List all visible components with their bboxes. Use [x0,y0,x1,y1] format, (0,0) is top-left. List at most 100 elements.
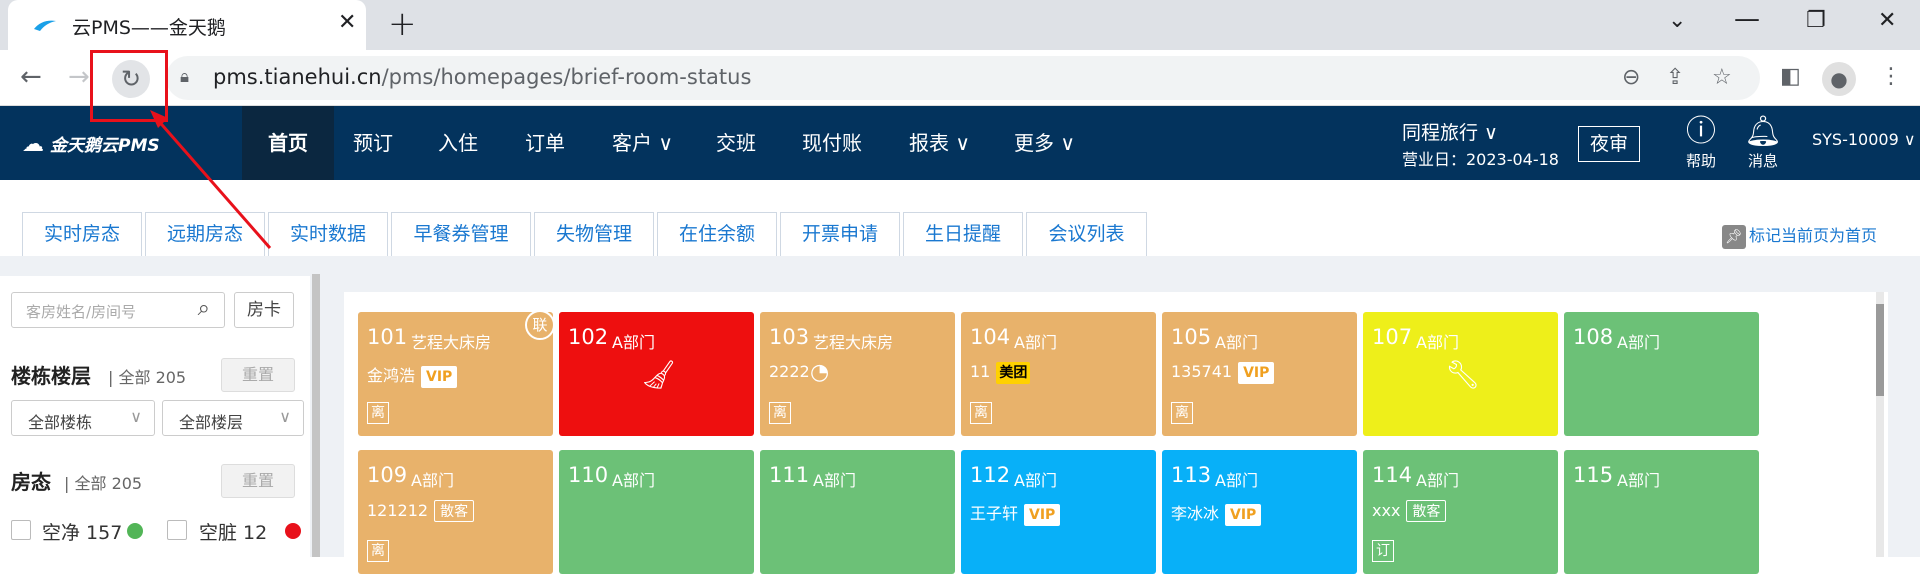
room-card-113[interactable]: 113 A部门 李冰冰 VIP [1162,450,1357,574]
tab-search-chevron-icon[interactable]: ⌄ [1668,8,1686,33]
profile-avatar-icon[interactable]: ● [1822,62,1856,96]
address-bar[interactable]: 🔒︎ pms.tianehui.cn/pms/homepages/brief-r… [166,56,1760,100]
room-card-108[interactable]: 108 A部门 [1564,312,1759,436]
guest-name: 2222 [769,362,810,381]
share-icon[interactable]: ⇪ [1666,65,1684,90]
room-number: 115 [1573,463,1614,487]
restore-icon[interactable]: ❐ [1806,8,1826,33]
room-type: A部门 [1416,471,1459,490]
new-tab-icon[interactable]: + [388,4,417,44]
forward-icon[interactable]: → [68,62,90,92]
nav-reports[interactable]: 报表 ∨ [909,106,970,180]
guest-name: 金鸿浩 [367,366,416,385]
room-card-115[interactable]: 115 A部门 [1564,450,1759,574]
help-button[interactable]: ⓘ 帮助 [1686,114,1716,171]
pin-icon: 📌︎ [1722,225,1746,249]
bookmark-star-icon[interactable]: ☆ [1712,65,1732,90]
room-card-101[interactable]: 101 艺程大床房 金鸿浩 VIP 离 联 [358,312,553,436]
nav-customers[interactable]: 客户 ∨ [612,106,673,180]
set-homepage-label: 标记当前页为首页 [1749,226,1878,245]
room-card-107[interactable]: 107 A部门 🔧︎ [1363,312,1558,436]
room-card-105[interactable]: 105 A部门 135741 VIP 离 [1162,312,1357,436]
building-select[interactable]: 全部楼栋 ∨ [11,400,155,436]
sub-tabs: 实时房态 远期房态 实时数据 早餐券管理 失物管理 在住余额 开票申请 生日提醒… [0,180,1920,256]
room-card-104[interactable]: 104 A部门 11 美团离 [961,312,1156,436]
guest-name-row: 金鸿浩 VIP [367,362,458,388]
nav-cash-account[interactable]: 现付账 [802,106,862,180]
room-type: A部门 [612,471,655,490]
room-type: A部门 [1617,471,1660,490]
search-icon[interactable]: ⌕ [198,296,210,321]
room-number: 107 [1372,325,1413,349]
status-mark: 离 [367,402,389,424]
vacant-dirty-dot [285,523,301,539]
hotel-selector[interactable]: 同程旅行 ∨ [1402,118,1498,145]
tab-in-house-balance[interactable]: 在住余额 [657,212,777,256]
room-type: A部门 [1215,471,1258,490]
messages-label: 消息 [1748,152,1779,170]
building-reset-button[interactable]: 重置 [221,358,295,392]
browser-tab-strip: 云PMS——金天鹅 ✕ + ⌄ — ❐ ✕ [0,0,1920,50]
room-grid-scrollbar[interactable] [1876,292,1884,557]
nav-checkin[interactable]: 入住 [438,106,478,180]
building-count: | 全部 205 [108,368,187,387]
room-type: 艺程大床房 [813,333,894,352]
room-card-111[interactable]: 111 A部门 [760,450,955,574]
side-panel-icon[interactable]: ◧ [1780,64,1801,89]
vacant-dirty-checkbox[interactable] [167,520,187,540]
app-logo[interactable]: ☁ 金天鹅云PMS [22,131,160,157]
tab-realtime-data[interactable]: 实时数据 [268,212,388,256]
tab-invoice-request[interactable]: 开票申请 [780,212,900,256]
tab-close-icon[interactable]: ✕ [338,10,356,35]
status-mark: 订 [1372,540,1394,562]
guest-tag: 美团 [996,362,1031,384]
room-type: A部门 [1014,471,1057,490]
nav-reservation[interactable]: 预订 [353,106,393,180]
guest-name-row: 王子轩 VIP [970,500,1061,526]
tab-future-status[interactable]: 远期房态 [145,212,265,256]
room-card-112[interactable]: 112 A部门 王子轩 VIP [961,450,1156,574]
browser-tab[interactable]: 云PMS——金天鹅 ✕ [8,0,366,50]
guest-name: 11 [970,362,991,381]
tab-meeting-list[interactable]: 会议列表 [1026,212,1147,256]
business-date: 营业日：2023-04-18 [1402,150,1559,169]
broom-icon: 🧹︎ [641,358,677,391]
nav-orders[interactable]: 订单 [525,106,565,180]
nav-home[interactable]: 首页 [242,106,334,180]
room-card-110[interactable]: 110 A部门 [559,450,754,574]
nav-more[interactable]: 更多 ∨ [1014,106,1075,180]
tab-breakfast-coupons[interactable]: 早餐券管理 [391,212,531,256]
sidebar-scrollbar[interactable] [312,274,320,557]
nav-shift[interactable]: 交班 [716,106,756,180]
night-audit-button[interactable]: 夜审 [1578,126,1640,162]
tab-realtime-status[interactable]: 实时房态 [22,212,142,256]
floor-select[interactable]: 全部楼层 ∨ [162,400,304,436]
tab-lost-found[interactable]: 失物管理 [534,212,654,256]
zoom-out-icon[interactable]: ⊖ [1622,65,1640,90]
minimize-icon[interactable]: — [1734,4,1760,34]
window-close-icon[interactable]: ✕ [1878,8,1896,33]
browser-menu-icon[interactable]: ⋮ [1880,64,1902,89]
room-type: 艺程大床房 [411,333,492,352]
room-card-button[interactable]: 房卡 [234,292,294,328]
messages-button[interactable]: 🔔︎ 消息 [1744,114,1782,171]
status-mark: 离 [1171,402,1193,424]
status-reset-button[interactable]: 重置 [221,464,295,498]
user-menu[interactable]: SYS-10009 ∨ [1812,130,1916,149]
guest-room-search-input[interactable]: 客房姓名/房间号 ⌕ [11,292,225,328]
app-header: ☁ 金天鹅云PMS 首页 预订 入住 订单 客户 ∨ 交班 现付账 报表 ∨ 更多… [0,106,1920,180]
search-placeholder: 客房姓名/房间号 [26,303,137,321]
guest-name-row: 11 美团 [970,362,1031,384]
guest-name-row: 135741 VIP [1171,362,1275,384]
guest-name-row: 2222 [769,362,810,381]
room-card-102[interactable]: 102 A部门 🧹︎ [559,312,754,436]
tab-birthday-reminder[interactable]: 生日提醒 [903,212,1023,256]
scrollbar-thumb[interactable] [1876,304,1884,396]
vacant-clean-checkbox[interactable] [11,520,31,540]
room-card-114[interactable]: 114 A部门 xxx 散客订 [1363,450,1558,574]
set-homepage-link[interactable]: 📌︎ 标记当前页为首页 [1722,222,1877,249]
reload-icon[interactable]: ↻ [112,60,150,98]
room-card-109[interactable]: 109 A部门 121212 散客离 [358,450,553,574]
room-card-103[interactable]: 103 艺程大床房 2222 离 ◔ [760,312,955,436]
back-icon[interactable]: ← [20,62,42,92]
